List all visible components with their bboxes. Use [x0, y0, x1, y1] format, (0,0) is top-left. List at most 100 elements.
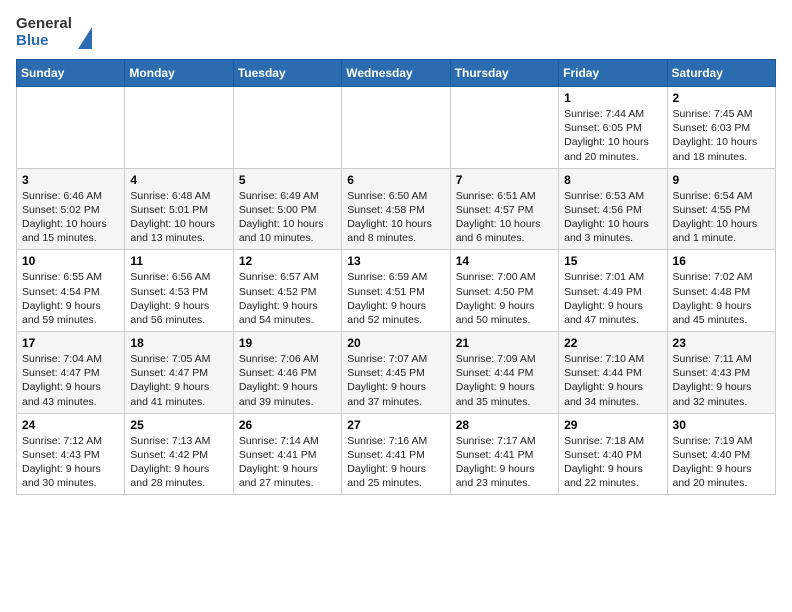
day-number: 30 [673, 418, 770, 432]
day-info: Sunrise: 6:54 AMSunset: 4:55 PMDaylight:… [673, 189, 770, 246]
calendar-cell [17, 87, 125, 169]
day-info: Sunrise: 7:14 AMSunset: 4:41 PMDaylight:… [239, 434, 336, 491]
day-header-tuesday: Tuesday [233, 60, 341, 87]
calendar-cell: 23 Sunrise: 7:11 AMSunset: 4:43 PMDayligh… [667, 332, 775, 414]
day-header-friday: Friday [559, 60, 667, 87]
day-number: 11 [130, 254, 227, 268]
day-number: 16 [673, 254, 770, 268]
day-info: Sunrise: 6:56 AMSunset: 4:53 PMDaylight:… [130, 270, 227, 327]
day-number: 26 [239, 418, 336, 432]
day-number: 23 [673, 336, 770, 350]
calendar-cell: 20 Sunrise: 7:07 AMSunset: 4:45 PMDayligh… [342, 332, 450, 414]
day-info: Sunrise: 7:00 AMSunset: 4:50 PMDaylight:… [456, 270, 553, 327]
day-number: 24 [22, 418, 119, 432]
calendar-cell [125, 87, 233, 169]
day-info: Sunrise: 7:12 AMSunset: 4:43 PMDaylight:… [22, 434, 119, 491]
calendar-cell: 16 Sunrise: 7:02 AMSunset: 4:48 PMDayligh… [667, 250, 775, 332]
day-number: 20 [347, 336, 444, 350]
day-info: Sunrise: 6:51 AMSunset: 4:57 PMDaylight:… [456, 189, 553, 246]
day-info: Sunrise: 7:11 AMSunset: 4:43 PMDaylight:… [673, 352, 770, 409]
day-info: Sunrise: 7:06 AMSunset: 4:46 PMDaylight:… [239, 352, 336, 409]
calendar-cell [450, 87, 558, 169]
week-row-5: 24 Sunrise: 7:12 AMSunset: 4:43 PMDayligh… [17, 413, 776, 495]
day-info: Sunrise: 7:10 AMSunset: 4:44 PMDaylight:… [564, 352, 661, 409]
header: General Blue [16, 16, 776, 49]
calendar-cell: 14 Sunrise: 7:00 AMSunset: 4:50 PMDayligh… [450, 250, 558, 332]
day-number: 6 [347, 173, 444, 187]
day-info: Sunrise: 7:19 AMSunset: 4:40 PMDaylight:… [673, 434, 770, 491]
calendar-cell: 17 Sunrise: 7:04 AMSunset: 4:47 PMDayligh… [17, 332, 125, 414]
logo-text: General Blue [16, 16, 72, 49]
calendar-cell: 2Sunrise: 7:45 AMSunset: 6:03 PMDaylight… [667, 87, 775, 169]
day-number: 17 [22, 336, 119, 350]
day-info: Sunrise: 7:07 AMSunset: 4:45 PMDaylight:… [347, 352, 444, 409]
calendar-cell: 24 Sunrise: 7:12 AMSunset: 4:43 PMDayligh… [17, 413, 125, 495]
calendar-cell: 29 Sunrise: 7:18 AMSunset: 4:40 PMDayligh… [559, 413, 667, 495]
week-row-1: 1Sunrise: 7:44 AMSunset: 6:05 PMDaylight… [17, 87, 776, 169]
week-row-3: 10Sunrise: 6:55 AMSunset: 4:54 PMDayligh… [17, 250, 776, 332]
day-info: Sunrise: 7:01 AMSunset: 4:49 PMDaylight:… [564, 270, 661, 327]
day-number: 8 [564, 173, 661, 187]
day-number: 28 [456, 418, 553, 432]
day-number: 18 [130, 336, 227, 350]
day-info: Sunrise: 7:02 AMSunset: 4:48 PMDaylight:… [673, 270, 770, 327]
day-number: 3 [22, 173, 119, 187]
calendar-cell: 22Sunrise: 7:10 AMSunset: 4:44 PMDayligh… [559, 332, 667, 414]
calendar-cell: 26 Sunrise: 7:14 AMSunset: 4:41 PMDayligh… [233, 413, 341, 495]
calendar-cell: 4 Sunrise: 6:48 AMSunset: 5:01 PMDaylight… [125, 168, 233, 250]
day-number: 7 [456, 173, 553, 187]
day-info: Sunrise: 6:59 AMSunset: 4:51 PMDaylight:… [347, 270, 444, 327]
day-header-wednesday: Wednesday [342, 60, 450, 87]
logo: General Blue [16, 16, 92, 49]
calendar-cell: 18 Sunrise: 7:05 AMSunset: 4:47 PMDayligh… [125, 332, 233, 414]
day-number: 9 [673, 173, 770, 187]
day-number: 29 [564, 418, 661, 432]
calendar-cell: 13 Sunrise: 6:59 AMSunset: 4:51 PMDayligh… [342, 250, 450, 332]
day-number: 14 [456, 254, 553, 268]
calendar-cell: 8 Sunrise: 6:53 AMSunset: 4:56 PMDaylight… [559, 168, 667, 250]
day-info: Sunrise: 6:57 AMSunset: 4:52 PMDaylight:… [239, 270, 336, 327]
day-header-saturday: Saturday [667, 60, 775, 87]
day-number: 5 [239, 173, 336, 187]
week-row-4: 17 Sunrise: 7:04 AMSunset: 4:47 PMDayligh… [17, 332, 776, 414]
day-info: Sunrise: 6:48 AMSunset: 5:01 PMDaylight:… [130, 189, 227, 246]
calendar-cell: 10Sunrise: 6:55 AMSunset: 4:54 PMDayligh… [17, 250, 125, 332]
day-header-thursday: Thursday [450, 60, 558, 87]
day-info: Sunrise: 6:53 AMSunset: 4:56 PMDaylight:… [564, 189, 661, 246]
day-number: 4 [130, 173, 227, 187]
day-number: 25 [130, 418, 227, 432]
header-row: SundayMondayTuesdayWednesdayThursdayFrid… [17, 60, 776, 87]
calendar-cell: 27 Sunrise: 7:16 AMSunset: 4:41 PMDayligh… [342, 413, 450, 495]
calendar-cell: 7 Sunrise: 6:51 AMSunset: 4:57 PMDaylight… [450, 168, 558, 250]
day-header-monday: Monday [125, 60, 233, 87]
calendar-cell: 3Sunrise: 6:46 AMSunset: 5:02 PMDaylight… [17, 168, 125, 250]
day-number: 27 [347, 418, 444, 432]
day-info: Sunrise: 7:17 AMSunset: 4:41 PMDaylight:… [456, 434, 553, 491]
day-info: Sunrise: 7:09 AMSunset: 4:44 PMDaylight:… [456, 352, 553, 409]
day-info: Sunrise: 7:13 AMSunset: 4:42 PMDaylight:… [130, 434, 227, 491]
day-number: 13 [347, 254, 444, 268]
day-info: Sunrise: 7:18 AMSunset: 4:40 PMDaylight:… [564, 434, 661, 491]
calendar-cell: 30 Sunrise: 7:19 AMSunset: 4:40 PMDayligh… [667, 413, 775, 495]
day-info: Sunrise: 7:04 AMSunset: 4:47 PMDaylight:… [22, 352, 119, 409]
day-number: 21 [456, 336, 553, 350]
day-info: Sunrise: 7:05 AMSunset: 4:47 PMDaylight:… [130, 352, 227, 409]
day-header-sunday: Sunday [17, 60, 125, 87]
calendar-cell: 19Sunrise: 7:06 AMSunset: 4:46 PMDayligh… [233, 332, 341, 414]
calendar-cell: 21 Sunrise: 7:09 AMSunset: 4:44 PMDayligh… [450, 332, 558, 414]
day-number: 10 [22, 254, 119, 268]
calendar-cell: 1Sunrise: 7:44 AMSunset: 6:05 PMDaylight… [559, 87, 667, 169]
day-number: 15 [564, 254, 661, 268]
calendar-cell [233, 87, 341, 169]
day-info: Sunrise: 6:49 AMSunset: 5:00 PMDaylight:… [239, 189, 336, 246]
calendar-cell: 28 Sunrise: 7:17 AMSunset: 4:41 PMDayligh… [450, 413, 558, 495]
calendar-cell: 6 Sunrise: 6:50 AMSunset: 4:58 PMDaylight… [342, 168, 450, 250]
day-number: 1 [564, 91, 661, 105]
calendar-cell: 5 Sunrise: 6:49 AMSunset: 5:00 PMDaylight… [233, 168, 341, 250]
calendar-table: SundayMondayTuesdayWednesdayThursdayFrid… [16, 59, 776, 495]
calendar-cell: 25 Sunrise: 7:13 AMSunset: 4:42 PMDayligh… [125, 413, 233, 495]
day-info: Sunrise: 7:45 AMSunset: 6:03 PMDaylight:… [673, 107, 770, 164]
day-info: Sunrise: 6:50 AMSunset: 4:58 PMDaylight:… [347, 189, 444, 246]
day-info: Sunrise: 7:16 AMSunset: 4:41 PMDaylight:… [347, 434, 444, 491]
calendar-cell: 12Sunrise: 6:57 AMSunset: 4:52 PMDayligh… [233, 250, 341, 332]
